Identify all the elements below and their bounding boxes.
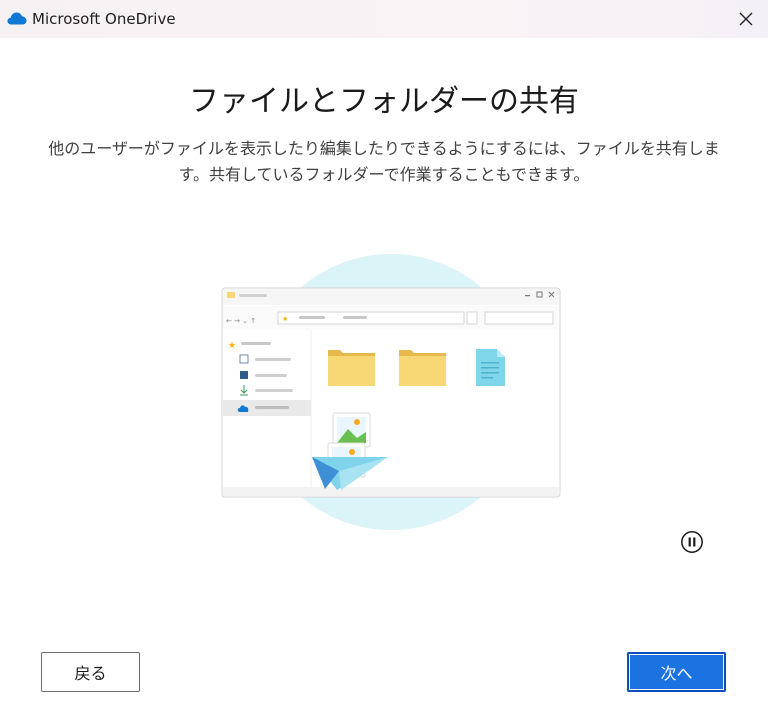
document-icon — [476, 349, 505, 386]
window-title: Microsoft OneDrive — [32, 10, 176, 28]
onedrive-setup-window: Microsoft OneDrive ファイルとフォルダーの共有 他のユーザーが… — [0, 0, 768, 727]
folder-icon — [328, 350, 375, 386]
share-files-illustration: ← → ⌄ ↑ ★ ★ — [221, 254, 561, 530]
close-button[interactable] — [730, 4, 762, 34]
next-button[interactable]: 次へ — [627, 652, 726, 692]
photo-icon — [332, 412, 371, 448]
svg-text:★: ★ — [282, 315, 288, 323]
folder-icon — [399, 350, 446, 386]
file-explorer-window-illustration: ← → ⌄ ↑ ★ ★ — [221, 287, 561, 498]
svg-text:← → ⌄ ↑: ← → ⌄ ↑ — [226, 317, 256, 325]
pause-animation-button[interactable] — [680, 530, 704, 554]
close-icon — [739, 12, 753, 26]
onedrive-cloud-icon — [7, 12, 27, 25]
page-description: 他のユーザーがファイルを表示したり編集したりできるようにするには、ファイルを共有… — [48, 139, 720, 184]
page-title: ファイルとフォルダーの共有 — [189, 84, 579, 119]
title-bar: Microsoft OneDrive — [0, 0, 768, 38]
pause-icon — [681, 531, 703, 553]
svg-text:★: ★ — [228, 341, 236, 351]
back-button[interactable]: 戻る — [41, 652, 140, 692]
